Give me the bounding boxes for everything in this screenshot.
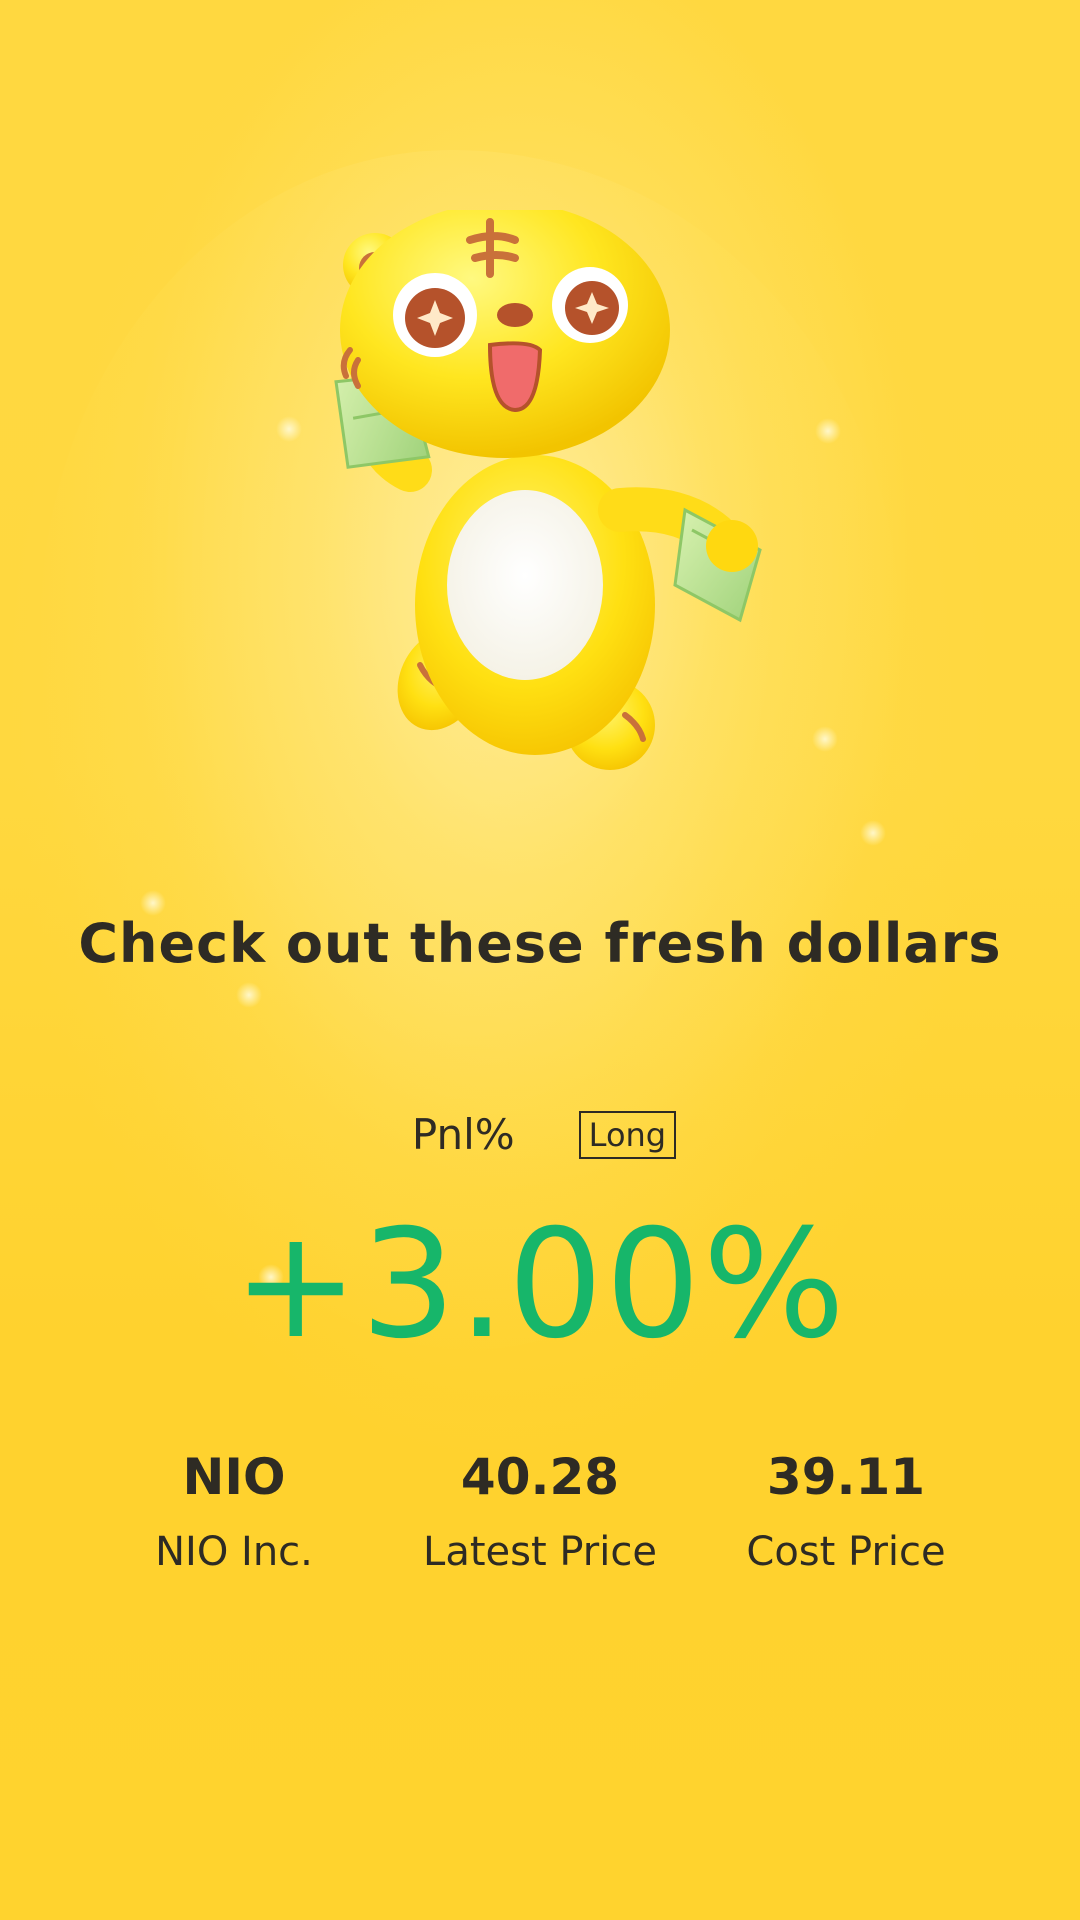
sparkle	[812, 726, 838, 752]
pnl-share-card: Check out these fresh dollars Pnl% Long …	[0, 0, 1080, 1920]
sparkle	[815, 418, 841, 444]
cost-price-label: Cost Price	[746, 1529, 946, 1575]
sparkle	[860, 820, 886, 846]
pnl-row: Pnl% Long	[0, 1110, 1080, 1159]
stat-cost-price: 39.11 Cost Price	[686, 1445, 1006, 1577]
latest-price-value: 40.28	[460, 1448, 620, 1506]
position-badge: Long	[578, 1110, 677, 1159]
headline: Check out these fresh dollars	[78, 912, 1002, 975]
pnl-label: Pnl%	[411, 1110, 515, 1159]
tiger-mascot-icon	[320, 210, 800, 790]
sparkle	[276, 416, 302, 442]
latest-price-label: Latest Price	[423, 1529, 657, 1575]
sparkle	[236, 982, 262, 1008]
stock-name: NIO Inc.	[155, 1529, 313, 1575]
stat-latest-price: 40.28 Latest Price	[380, 1445, 700, 1577]
stat-symbol: NIO NIO Inc.	[74, 1445, 394, 1577]
stock-symbol: NIO	[182, 1448, 286, 1506]
pnl-percentage: +3.00%	[232, 1198, 848, 1372]
cost-price-value: 39.11	[766, 1448, 926, 1506]
